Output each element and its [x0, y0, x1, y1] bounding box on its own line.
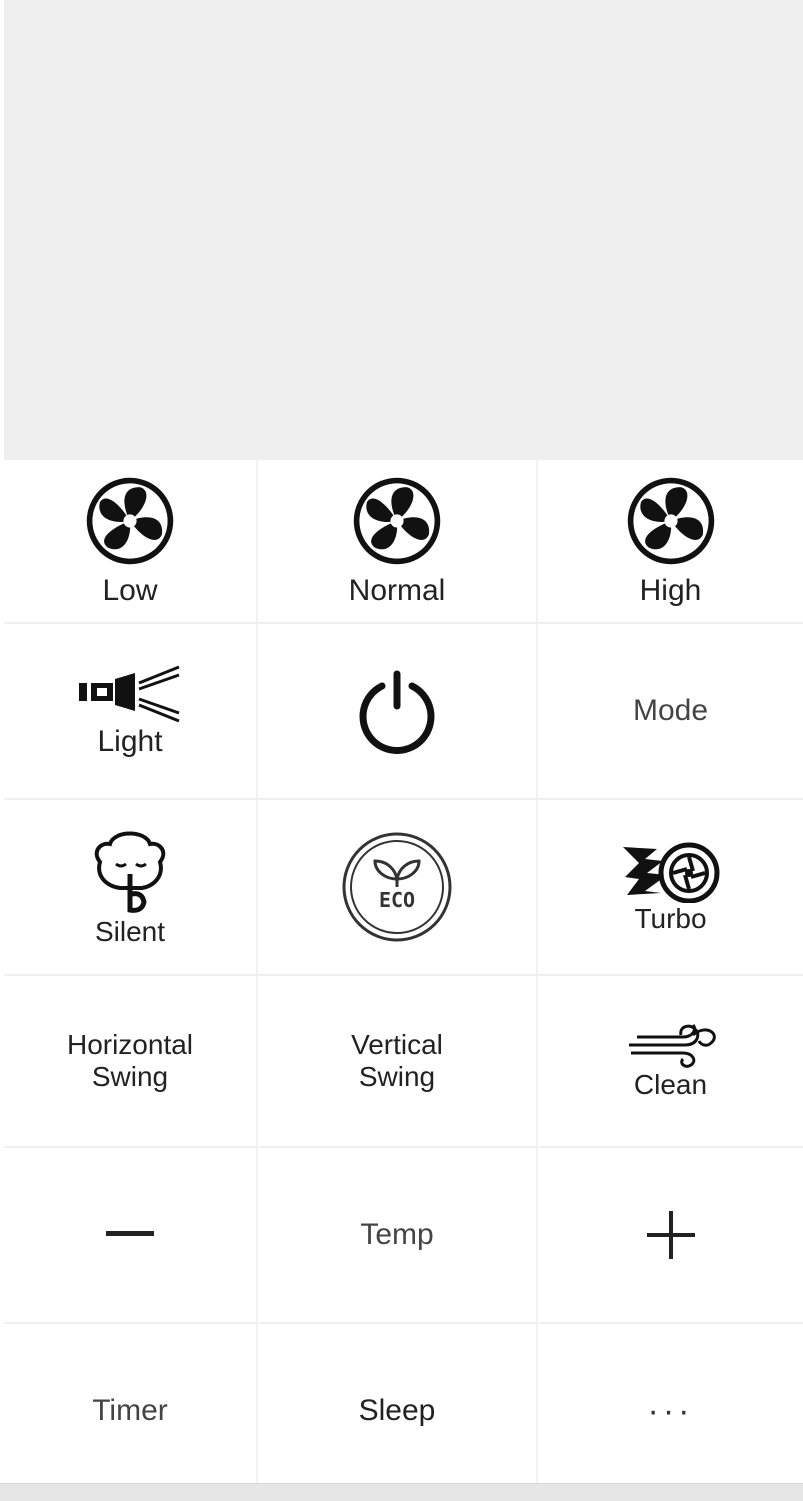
silent-eco-turbo-row: Silent ECO Turbo [4, 798, 803, 974]
vertical-swing-label-1: Vertical [351, 1028, 443, 1060]
horizontal-swing-label-1: Horizontal [66, 1028, 194, 1060]
turbo-icon [622, 842, 719, 903]
timer-sleep-more-row: Timer Sleep ··· [4, 1322, 803, 1498]
remote-button-grid: Low Normal High Light Mode Silent ECO Tu… [4, 460, 803, 1498]
temperature-row: Temp [4, 1146, 803, 1322]
minus-icon [106, 1231, 154, 1236]
fan-icon [86, 477, 174, 564]
sleep-label: Sleep [358, 1393, 436, 1427]
temp-down-button[interactable] [4, 1148, 256, 1322]
fan-high-label: High [639, 573, 702, 607]
fan-normal-button[interactable]: Normal [256, 460, 536, 622]
temp-up-button[interactable] [536, 1148, 803, 1322]
timer-button[interactable]: Timer [4, 1324, 256, 1498]
mode-label: Mode [632, 693, 709, 727]
fan-icon [627, 477, 714, 564]
silent-button[interactable]: Silent [4, 800, 256, 974]
timer-label: Timer [92, 1393, 168, 1427]
fan-low-button[interactable]: Low [4, 460, 256, 622]
light-button[interactable]: Light [4, 624, 256, 798]
power-button[interactable] [256, 624, 536, 798]
display-area [4, 0, 803, 460]
silent-face-icon [94, 831, 166, 913]
temp-label-cell: Temp [256, 1148, 536, 1322]
clean-label: Clean [633, 1068, 708, 1100]
vertical-swing-label-2: Swing [358, 1061, 436, 1092]
eco-text: ECO [379, 888, 415, 912]
fan-speed-row: Low Normal High [4, 460, 803, 622]
power-icon [359, 670, 435, 754]
sleep-button[interactable]: Sleep [256, 1324, 536, 1498]
silent-label: Silent [94, 915, 166, 947]
swing-clean-row: Horizontal Swing Vertical Swing Clean [4, 974, 803, 1146]
bottom-bar [0, 1483, 803, 1501]
eco-button[interactable]: ECO [256, 800, 536, 974]
more-button[interactable]: ··· [536, 1324, 803, 1498]
vertical-swing-button[interactable]: Vertical Swing [256, 976, 536, 1146]
light-power-mode-row: Light Mode [4, 622, 803, 798]
fan-low-label: Low [102, 573, 158, 607]
plus-icon [646, 1211, 695, 1259]
fan-icon [353, 477, 441, 564]
flashlight-icon [79, 665, 180, 723]
eco-leaf-icon: ECO [342, 832, 452, 942]
horizontal-swing-label-2: Swing [91, 1061, 169, 1092]
turbo-label: Turbo [634, 902, 707, 934]
clean-button[interactable]: Clean [536, 976, 803, 1146]
fan-high-button[interactable]: High [536, 460, 803, 622]
more-ellipsis-icon: ··· [647, 1391, 694, 1430]
wind-icon [628, 1023, 716, 1068]
fan-normal-label: Normal [348, 573, 446, 607]
mode-button[interactable]: Mode [536, 624, 803, 798]
temp-label: Temp [360, 1217, 434, 1251]
horizontal-swing-button[interactable]: Horizontal Swing [4, 976, 256, 1146]
light-label: Light [97, 724, 163, 758]
turbo-button[interactable]: Turbo [536, 800, 803, 974]
